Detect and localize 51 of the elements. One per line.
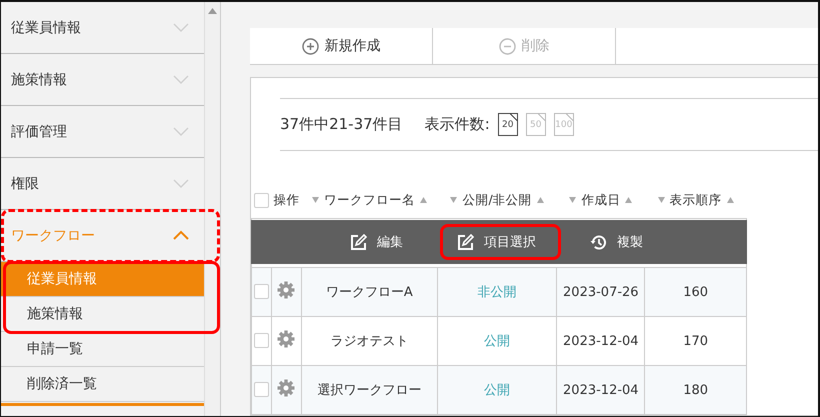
table-cell: ワークフローA <box>301 268 438 316</box>
sidebar-item-label: 権限 <box>11 174 39 192</box>
column-header: 操作 <box>273 192 300 206</box>
column-header[interactable]: 公開/非公開 <box>462 192 532 208</box>
column-header[interactable]: ワークフロー名 <box>324 192 415 208</box>
sort-up-icon[interactable] <box>420 197 427 203</box>
checkbox[interactable] <box>254 284 269 300</box>
sidebar-item-label: 評価管理 <box>11 122 67 140</box>
checkbox[interactable] <box>254 333 269 348</box>
toolbar-button[interactable]: 新規作成 <box>250 28 433 64</box>
scroll-up-arrow-icon[interactable] <box>208 8 217 14</box>
table-cell: 選択ワークフロー <box>301 366 438 414</box>
table-cell: 180 <box>644 366 746 414</box>
chevron-down-icon <box>172 73 190 86</box>
gear-icon[interactable] <box>277 379 296 397</box>
checkbox[interactable] <box>254 193 269 208</box>
plus-circle-icon <box>302 38 318 54</box>
edit-icon <box>350 234 367 250</box>
sort-up-icon[interactable] <box>625 197 632 203</box>
chevron-down-icon <box>172 177 190 190</box>
page-size-option[interactable]: 20 <box>498 113 518 136</box>
sort-down-icon[interactable] <box>658 197 665 203</box>
minus-circle-icon <box>498 38 516 54</box>
sort-up-icon[interactable] <box>726 197 734 203</box>
sort-up-icon[interactable] <box>536 197 544 203</box>
page-size-label: 表示件数: <box>424 115 490 134</box>
sidebar-item-label: 施策情報 <box>11 70 67 88</box>
chevron-up-icon <box>172 229 190 242</box>
table-cell: 2023-12-04 <box>556 366 645 414</box>
table-cell: 160 <box>644 268 746 316</box>
table-cell: 非公開 <box>437 268 557 316</box>
sort-down-icon[interactable] <box>450 197 458 203</box>
row-action-button[interactable]: 複製 <box>573 224 668 260</box>
row-action-button[interactable]: 項目選択 <box>440 224 561 260</box>
column-header[interactable]: 表示順序 <box>670 192 722 208</box>
gear-icon[interactable] <box>277 281 296 299</box>
sidebar-item-label: ワークフロー <box>11 226 95 244</box>
edit-icon <box>457 234 474 250</box>
gear-icon[interactable] <box>277 330 296 348</box>
sort-down-icon[interactable] <box>312 197 319 203</box>
table-cell: 公開 <box>437 366 557 414</box>
row-action-button[interactable]: 編集 <box>333 224 428 260</box>
chevron-down-icon <box>172 125 190 138</box>
sidebar-item-label: 従業員情報 <box>11 18 81 36</box>
range-text: 37件中21-37件目 <box>280 115 403 134</box>
table-cell: 2023-07-26 <box>556 268 645 316</box>
checkbox[interactable] <box>254 382 269 398</box>
chevron-down-icon <box>172 21 190 34</box>
history-icon <box>590 234 607 250</box>
column-header[interactable]: 作成日 <box>581 192 620 208</box>
sort-down-icon[interactable] <box>569 197 576 203</box>
